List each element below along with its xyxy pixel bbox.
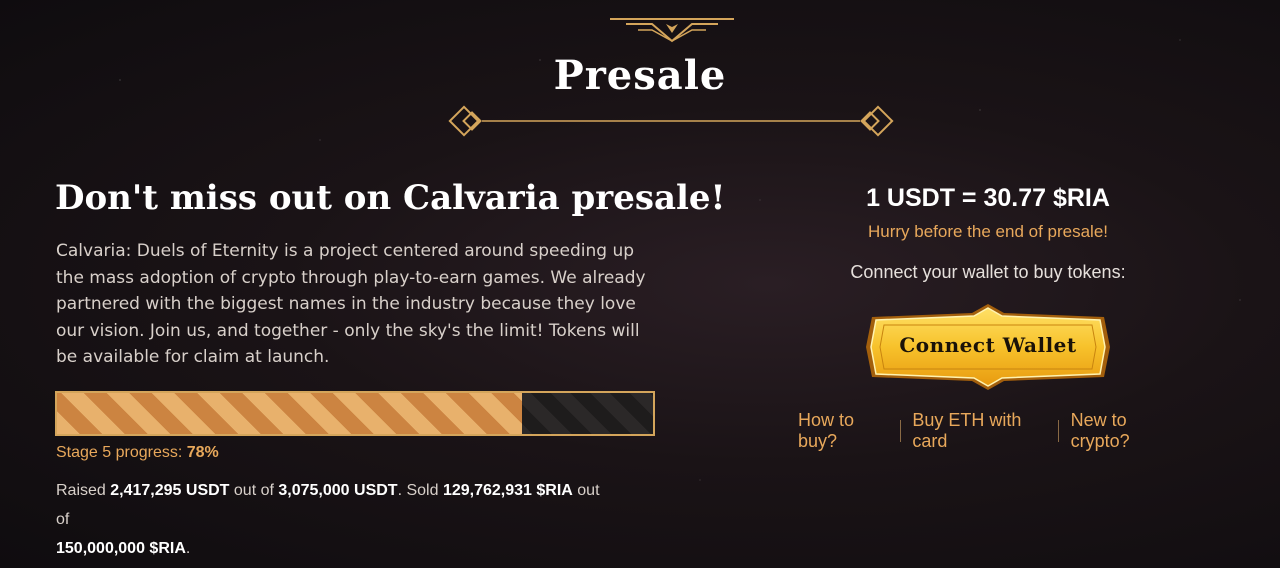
target-amount: 3,075,000 USDT <box>278 482 398 499</box>
presale-progress-bar <box>55 391 655 436</box>
token-rate: 1 USDT = 30.77 $RIA <box>866 184 1110 212</box>
help-links: How to buy? Buy ETH with card New to cry… <box>798 410 1178 452</box>
hurry-text: Hurry before the end of presale! <box>867 222 1109 241</box>
raised-end: . <box>185 540 191 557</box>
raised-summary: Raised 2,417,295 USDT out of 3,075,000 U… <box>56 476 616 563</box>
how-to-buy-link[interactable]: How to buy? <box>798 410 888 452</box>
presale-description: Calvaria: Duels of Eternity is a project… <box>56 241 646 367</box>
presale-headline: Don't miss out on Calvaria presale! <box>55 178 726 218</box>
connect-prompt: Connect your wallet to buy tokens: <box>850 262 1126 282</box>
diamond-divider-icon <box>448 105 894 137</box>
stage-percent: 78% <box>186 444 219 461</box>
total-amount: 150,000,000 $RIA <box>56 540 186 557</box>
connect-wallet-label: Connect Wallet <box>899 333 1077 357</box>
link-separator <box>1057 420 1059 442</box>
sold-text: . Sold <box>397 482 439 499</box>
raised-amount: 2,417,295 USDT <box>110 482 230 499</box>
raised-prefix: Raised <box>56 482 106 499</box>
new-to-crypto-link[interactable]: New to crypto? <box>1071 410 1178 452</box>
raised-out-of: out of <box>233 482 274 499</box>
section-title: Presale <box>553 52 727 99</box>
crown-ornament-icon <box>610 18 734 43</box>
presale-progress-fill <box>57 393 522 434</box>
link-separator <box>899 420 901 442</box>
stage-progress-text: Stage 5 progress: 78% <box>56 444 219 462</box>
sold-amount: 129,762,931 $RIA <box>442 482 573 499</box>
connect-wallet-button[interactable]: Connect Wallet <box>864 303 1112 391</box>
stage-label: Stage 5 progress: <box>56 444 183 461</box>
buy-eth-card-link[interactable]: Buy ETH with card <box>912 410 1045 452</box>
